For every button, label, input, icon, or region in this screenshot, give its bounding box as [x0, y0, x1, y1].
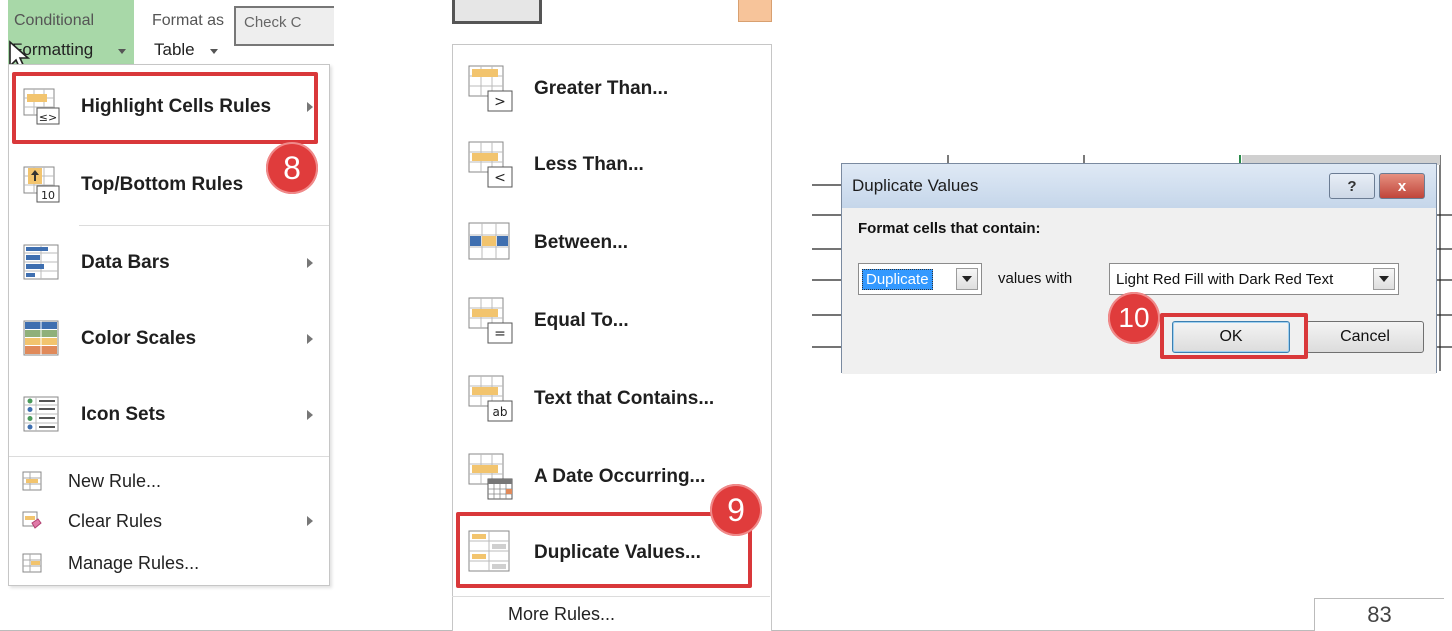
- select-value: Duplicate: [862, 268, 933, 290]
- help-button[interactable]: ?: [1329, 173, 1375, 199]
- menu-separator: [79, 225, 329, 226]
- menu-item-label: Text that Contains...: [534, 388, 715, 409]
- submenu-arrow-icon: [307, 410, 313, 420]
- table-label: Table: [154, 40, 195, 59]
- step-badge-8: 8: [266, 142, 318, 194]
- menu-item-more-rules[interactable]: More Rules...: [452, 596, 770, 631]
- menu-item-color-scales[interactable]: Color Scales: [9, 307, 329, 371]
- menu-separator: [9, 456, 329, 457]
- chevron-down-icon: [118, 49, 126, 54]
- data-bars-icon: [23, 244, 59, 280]
- svg-text:10: 10: [41, 189, 55, 202]
- format-select[interactable]: Light Red Fill with Dark Red Text: [1109, 263, 1399, 295]
- menu-item-label: A Date Occurring...: [534, 466, 706, 487]
- menu-item-clear-rules[interactable]: Clear Rules: [9, 501, 329, 541]
- step-badge-9: 9: [710, 484, 762, 536]
- menu-item-data-bars[interactable]: Data Bars: [9, 231, 329, 295]
- menu-item-label: New Rule...: [68, 470, 162, 491]
- menu-item-label: Top/Bottom Rules: [81, 174, 244, 195]
- equal-to-icon: =: [468, 297, 513, 344]
- menu-item-label: More Rules...: [508, 603, 616, 624]
- chevron-down-icon: [210, 49, 218, 54]
- highlight-box-step9: [456, 512, 752, 588]
- color-scales-icon: [23, 320, 59, 356]
- chevron-down-icon: [1373, 268, 1395, 290]
- menu-item-greater-than[interactable]: > Greater Than...: [452, 54, 770, 124]
- ribbon-strip: Conditional Formatting Format as Table C…: [8, 0, 334, 66]
- date-occurring-icon: [468, 453, 513, 500]
- manage-rules-icon: [22, 553, 42, 573]
- submenu-arrow-icon: [307, 258, 313, 268]
- icon-sets-icon: [23, 396, 59, 432]
- menu-item-new-rule[interactable]: New Rule...: [9, 461, 329, 501]
- chevron-down-icon: [956, 268, 978, 290]
- dialog-titlebar: Duplicate Values ? x: [842, 164, 1436, 208]
- duplicate-type-select[interactable]: Duplicate: [858, 263, 982, 295]
- new-rule-icon: [22, 471, 42, 491]
- ribbon-fragment: [452, 0, 772, 40]
- cell-styles-label: Check C: [244, 14, 302, 31]
- mouse-pointer-icon: [9, 40, 31, 66]
- menu-item-label: Manage Rules...: [68, 552, 200, 573]
- help-icon: ?: [1347, 177, 1357, 195]
- menu-item-label: Less Than...: [534, 154, 644, 175]
- svg-text:=: =: [494, 326, 506, 342]
- text-contains-icon: ab: [468, 375, 513, 422]
- submenu-arrow-icon: [307, 516, 313, 526]
- menu-item-label: Greater Than...: [534, 78, 669, 99]
- select-value: Light Red Fill with Dark Red Text: [1116, 270, 1334, 288]
- greater-than-icon: >: [468, 65, 513, 112]
- menu-item-text-contains[interactable]: ab Text that Contains...: [452, 364, 770, 434]
- between-icon: [468, 222, 510, 260]
- menu-item-label: Equal To...: [534, 310, 629, 331]
- menu-item-label: Between...: [534, 232, 628, 253]
- submenu-arrow-icon: [307, 334, 313, 344]
- menu-item-label: Data Bars: [81, 252, 170, 273]
- dialog-prompt: Format cells that contain:: [858, 220, 1041, 237]
- clear-rules-icon: [22, 511, 42, 529]
- ribbon-gallery-box: [452, 0, 542, 24]
- conditional-label: Conditional: [14, 12, 95, 29]
- menu-item-equal-to[interactable]: = Equal To...: [452, 286, 770, 356]
- menu-item-icon-sets[interactable]: Icon Sets: [9, 383, 329, 447]
- highlight-box-step10: [1160, 313, 1308, 359]
- values-with-label: values with: [998, 270, 1073, 287]
- menu-item-less-than[interactable]: < Less Than...: [452, 130, 770, 200]
- close-icon: x: [1397, 177, 1407, 195]
- dialog-body: Format cells that contain: Duplicate val…: [842, 208, 1436, 374]
- format-as-label: Format as: [152, 12, 225, 29]
- cancel-button[interactable]: Cancel: [1306, 321, 1424, 353]
- top-bottom-icon: 10: [23, 166, 60, 203]
- cancel-label: Cancel: [1340, 328, 1390, 345]
- dialog-title: Duplicate Values: [852, 176, 979, 195]
- menu-item-label: Icon Sets: [81, 404, 166, 425]
- cell-styles-button[interactable]: Check C: [234, 6, 334, 46]
- svg-text:>: >: [494, 94, 506, 110]
- menu-item-label: Color Scales: [81, 328, 197, 349]
- menu-item-between[interactable]: Between...: [452, 208, 770, 278]
- highlight-box-step8: [12, 72, 318, 144]
- menu-item-manage-rules[interactable]: Manage Rules...: [9, 543, 329, 583]
- format-as-table-button[interactable]: Format as Table: [146, 0, 230, 66]
- close-button[interactable]: x: [1379, 173, 1425, 199]
- svg-text:<: <: [494, 170, 506, 186]
- svg-text:ab: ab: [493, 405, 508, 419]
- menu-item-label: Clear Rules: [68, 510, 163, 531]
- ribbon-style-swatch: [738, 0, 772, 22]
- page-number: 83: [1314, 598, 1444, 631]
- less-than-icon: <: [468, 141, 513, 188]
- step-badge-10: 10: [1108, 292, 1160, 344]
